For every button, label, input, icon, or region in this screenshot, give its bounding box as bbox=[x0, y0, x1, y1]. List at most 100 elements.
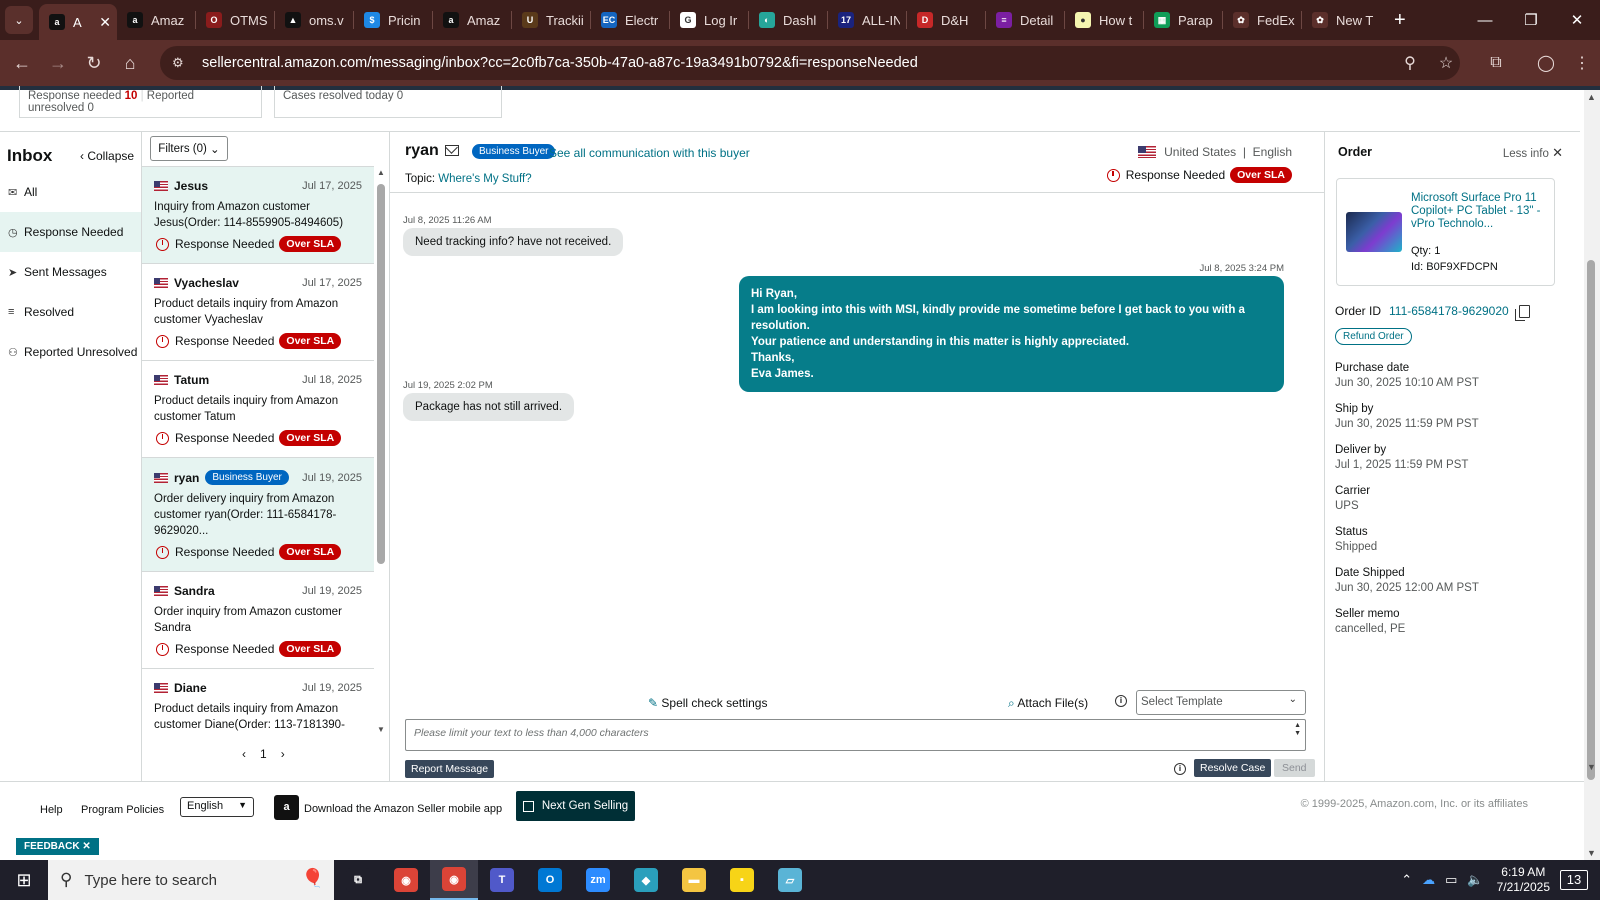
home-icon[interactable]: ⌂ bbox=[112, 45, 148, 81]
taskbar-search[interactable]: ⚲ Type here to search 🎈 bbox=[48, 860, 334, 900]
page-scrollbar[interactable]: ▲ ▼ ▼ bbox=[1584, 90, 1600, 860]
minimize-icon[interactable]: — bbox=[1462, 0, 1508, 40]
download-app-link[interactable]: Download the Amazon Seller mobile app bbox=[304, 803, 502, 815]
program-policies-link[interactable]: Program Policies bbox=[81, 804, 164, 816]
zoom-icon[interactable]: ⚲ bbox=[1392, 53, 1428, 73]
onedrive-icon[interactable]: ☁ bbox=[1422, 872, 1435, 888]
back-icon[interactable]: ← bbox=[4, 45, 40, 81]
send-button[interactable]: Send bbox=[1274, 759, 1315, 777]
spell-check-button[interactable]: ✎ Spell check settings bbox=[648, 696, 767, 710]
taskbar-app-outlook[interactable]: O bbox=[526, 860, 574, 900]
taskbar-app-zoom[interactable]: zm bbox=[574, 860, 622, 900]
windows-start-icon[interactable]: ⊞ bbox=[0, 860, 48, 900]
volume-icon[interactable]: 🔈 bbox=[1467, 872, 1483, 888]
browser-tab[interactable]: ● How t bbox=[1065, 4, 1143, 36]
sidebar-item-sent-messages[interactable]: ➤ Sent Messages bbox=[0, 252, 141, 292]
reload-icon[interactable]: ↻ bbox=[76, 45, 112, 81]
close-icon[interactable]: ✕ bbox=[82, 841, 90, 852]
resolve-case-button[interactable]: Resolve Case bbox=[1194, 759, 1272, 777]
template-select[interactable]: Select Template ⌄ bbox=[1136, 690, 1306, 715]
browser-tab[interactable]: a A ✕ bbox=[39, 4, 117, 40]
info-icon[interactable]: i bbox=[1174, 763, 1186, 775]
browser-tab[interactable]: U Trackii bbox=[512, 4, 590, 36]
next-gen-selling-button[interactable]: Next Gen Selling bbox=[516, 791, 635, 821]
help-link[interactable]: Help bbox=[40, 804, 63, 816]
extensions-icon[interactable]: ⧉ bbox=[1478, 54, 1514, 72]
restore-icon[interactable]: ❐ bbox=[1508, 0, 1554, 40]
filters-button[interactable]: Filters (0) ⌄ bbox=[150, 136, 228, 161]
message-list-item[interactable]: Diane Jul 19, 2025 Product details inquiry… bbox=[142, 669, 374, 736]
taskbar-app-app-diamond[interactable]: ◆ bbox=[622, 860, 670, 900]
notification-icon[interactable]: 13 bbox=[1560, 870, 1588, 890]
close-tab-icon[interactable]: ✕ bbox=[99, 14, 111, 31]
tab-search-icon[interactable]: ⌄ bbox=[5, 6, 33, 34]
browser-tab[interactable]: ◐ Dashl bbox=[749, 4, 827, 36]
sidebar-item-resolved[interactable]: ≡ Resolved bbox=[0, 292, 141, 332]
prev-page-icon[interactable]: ‹ bbox=[242, 747, 246, 761]
taskbar-app-notepad[interactable]: ▱ bbox=[766, 860, 814, 900]
topic-link[interactable]: Where's My Stuff? bbox=[438, 173, 531, 185]
browser-tab[interactable]: ▦ Parap bbox=[1144, 4, 1222, 36]
scroll-thumb[interactable] bbox=[377, 184, 385, 564]
less-info-button[interactable]: Less info ✕ bbox=[1503, 145, 1563, 161]
sidebar-item-all[interactable]: ✉ All bbox=[0, 172, 141, 212]
taskbar-app-teams[interactable]: T bbox=[478, 860, 526, 900]
taskbar-app-task-view[interactable]: ⧉ bbox=[334, 860, 382, 900]
taskbar-app-chrome-profile[interactable]: ◉ bbox=[430, 860, 478, 900]
see-all-communication-link[interactable]: See all communication with this buyer bbox=[549, 146, 750, 160]
browser-tab[interactable]: a Amaz bbox=[433, 4, 511, 36]
message-list-item[interactable]: Vyacheslav Jul 17, 2025 Product details in… bbox=[142, 264, 374, 361]
browser-tab[interactable]: O OTMS bbox=[196, 4, 274, 36]
url-field[interactable]: ⚙ sellercentral.amazon.com/messaging/inb… bbox=[160, 46, 1460, 80]
browser-tab[interactable]: EC Electr bbox=[591, 4, 669, 36]
attach-files-button[interactable]: ⌕ Attach File(s) bbox=[1008, 696, 1088, 711]
message-compose-input[interactable]: Please limit your text to less than 4,00… bbox=[405, 719, 1306, 751]
order-id-link[interactable]: 111-6584178-9629020 bbox=[1389, 304, 1509, 318]
taskbar-app-chrome[interactable]: ◉ bbox=[382, 860, 430, 900]
refund-order-button[interactable]: Refund Order bbox=[1335, 328, 1412, 345]
collapse-button[interactable]: ‹ Collapse bbox=[80, 149, 134, 163]
page-scroll-thumb[interactable] bbox=[1587, 260, 1595, 780]
browser-tab[interactable]: ✿ New T bbox=[1302, 4, 1380, 36]
report-message-button[interactable]: Report Message bbox=[405, 760, 495, 778]
browser-tab[interactable]: ✿ FedEx bbox=[1223, 4, 1301, 36]
browser-tab[interactable]: G Log Ir bbox=[670, 4, 748, 36]
browser-tab[interactable]: D D&H bbox=[907, 4, 985, 36]
copy-icon[interactable] bbox=[1514, 304, 1530, 321]
product-image[interactable] bbox=[1346, 212, 1402, 252]
bookmark-star-icon[interactable]: ☆ bbox=[1428, 53, 1464, 73]
resize-handle-icon[interactable]: ▲ ▼ bbox=[1294, 722, 1301, 738]
tray-chevron-icon[interactable]: ⌃ bbox=[1401, 872, 1412, 888]
close-icon[interactable]: ✕ bbox=[1552, 145, 1563, 160]
mail-icon[interactable] bbox=[445, 145, 459, 156]
message-list-item[interactable]: Jesus Jul 17, 2025 Inquiry from Amazon cus… bbox=[142, 167, 374, 264]
network-icon[interactable]: ▭ bbox=[1445, 872, 1457, 888]
feedback-button[interactable]: FEEDBACK ✕ bbox=[16, 838, 99, 855]
language-select[interactable]: English ▼ bbox=[180, 797, 254, 817]
taskbar-clock[interactable]: 6:19 AM 7/21/2025 bbox=[1497, 865, 1550, 895]
response-needed-count[interactable]: 10 bbox=[125, 90, 138, 102]
message-list-item[interactable]: ryan Business Buyer Jul 19, 2025 Order deli… bbox=[142, 458, 374, 572]
browser-tab[interactable]: $ Pricin bbox=[354, 4, 432, 36]
message-list-item[interactable]: Tatum Jul 18, 2025 Product details inquiry… bbox=[142, 361, 374, 458]
site-info-icon[interactable]: ⚙ bbox=[172, 55, 190, 71]
scroll-down-icon[interactable]: ▼ bbox=[1587, 848, 1596, 858]
info-icon[interactable]: i bbox=[1115, 695, 1127, 707]
sidebar-item-reported-unresolved[interactable]: ⚇ Reported Unresolved bbox=[0, 332, 141, 372]
new-tab-icon[interactable]: + bbox=[1394, 9, 1406, 32]
next-page-icon[interactable]: › bbox=[281, 747, 285, 761]
message-list-scrollbar[interactable]: ▲ ▼ bbox=[376, 168, 386, 734]
forward-icon[interactable]: → bbox=[40, 45, 76, 81]
browser-tab[interactable]: a Amaz bbox=[117, 4, 195, 36]
taskbar-app-sticky-notes[interactable]: ▪ bbox=[718, 860, 766, 900]
sidebar-item-response-needed[interactable]: ◷ Response Needed bbox=[0, 212, 141, 252]
scroll-up-icon[interactable]: ▲ bbox=[1587, 92, 1596, 102]
scroll-up-icon[interactable]: ▲ bbox=[377, 168, 385, 177]
scroll-down-icon[interactable]: ▼ bbox=[1587, 762, 1596, 772]
browser-tab[interactable]: ▲ oms.v bbox=[275, 4, 353, 36]
more-menu-icon[interactable]: ⋮ bbox=[1564, 53, 1600, 73]
browser-tab[interactable]: ≡ Detail bbox=[986, 4, 1064, 36]
close-window-icon[interactable]: ✕ bbox=[1554, 0, 1600, 40]
product-title-link[interactable]: Microsoft Surface Pro 11 Copilot+ PC Tab… bbox=[1411, 192, 1549, 231]
profile-icon[interactable]: ◯ bbox=[1528, 53, 1564, 73]
